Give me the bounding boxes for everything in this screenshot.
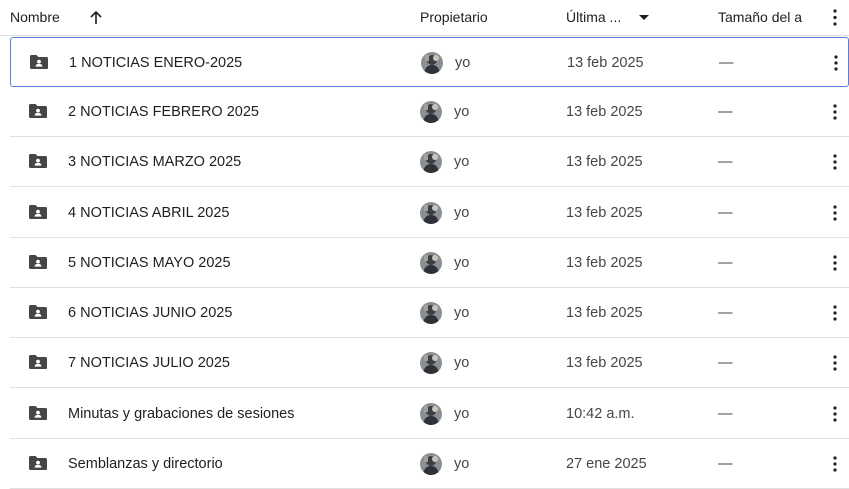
more-vertical-icon[interactable] [827, 54, 845, 72]
owner-name: yo [454, 355, 470, 371]
column-header-modified[interactable]: Última ... [566, 0, 621, 35]
caret-down-icon[interactable] [637, 0, 651, 35]
shared-folder-icon [28, 204, 48, 220]
more-vertical-icon[interactable] [826, 254, 844, 272]
column-header-name[interactable]: Nombre [10, 0, 60, 35]
owner-avatar [420, 453, 442, 475]
table-row[interactable]: 1 NOTICIAS ENERO-2025 yo 13 feb 2025 — [10, 37, 849, 87]
table-row[interactable]: 2 NOTICIAS FEBRERO 2025 yo 13 feb 2025 — [10, 87, 849, 137]
more-vertical-icon[interactable] [826, 304, 844, 322]
owner-name: yo [454, 104, 470, 120]
modified-date: 13 feb 2025 [566, 154, 643, 170]
owner-name: yo [454, 205, 470, 221]
more-vertical-icon[interactable] [826, 204, 844, 222]
file-name[interactable]: Semblanzas y directorio [68, 439, 223, 489]
modified-date: 13 feb 2025 [566, 255, 643, 271]
more-vertical-icon[interactable] [826, 103, 844, 121]
file-size: — [718, 255, 733, 271]
table-row[interactable]: 7 NOTICIAS JULIO 2025 yo 13 feb 2025 — [10, 338, 849, 388]
table-row[interactable]: 6 NOTICIAS JUNIO 2025 yo 13 feb 2025 — [10, 288, 849, 338]
file-name[interactable]: 4 NOTICIAS ABRIL 2025 [68, 188, 229, 238]
shared-folder-icon [28, 103, 48, 119]
table-row[interactable]: Minutas y grabaciones de sesiones yo 10:42… [10, 389, 849, 439]
file-size: — [718, 456, 733, 472]
owner-name: yo [455, 55, 471, 71]
owner-avatar [421, 52, 443, 74]
file-name[interactable]: 3 NOTICIAS MARZO 2025 [68, 137, 241, 187]
table-row[interactable]: Semblanzas y directorio yo 27 ene 2025 — [10, 439, 849, 489]
file-name[interactable]: 1 NOTICIAS ENERO-2025 [69, 38, 242, 88]
owner-avatar [420, 403, 442, 425]
shared-folder-icon [29, 54, 49, 70]
modified-date: 13 feb 2025 [567, 55, 644, 71]
modified-date: 10:42 a.m. [566, 406, 635, 422]
table-row[interactable]: 4 NOTICIAS ABRIL 2025 yo 13 feb 2025 — [10, 188, 849, 238]
shared-folder-icon [28, 304, 48, 320]
modified-date: 13 feb 2025 [566, 305, 643, 321]
column-header-size[interactable]: Tamaño del a [718, 0, 806, 35]
file-size: — [718, 205, 733, 221]
more-vertical-icon[interactable] [826, 0, 844, 35]
column-header-owner[interactable]: Propietario [420, 0, 488, 35]
shared-folder-icon [28, 153, 48, 169]
file-name[interactable]: 2 NOTICIAS FEBRERO 2025 [68, 87, 259, 137]
file-size: — [718, 355, 733, 371]
owner-name: yo [454, 456, 470, 472]
modified-date: 13 feb 2025 [566, 205, 643, 221]
owner-avatar [420, 151, 442, 173]
more-vertical-icon[interactable] [826, 153, 844, 171]
owner-avatar [420, 352, 442, 374]
shared-folder-icon [28, 455, 48, 471]
owner-avatar [420, 101, 442, 123]
shared-folder-icon [28, 354, 48, 370]
owner-avatar [420, 202, 442, 224]
file-name[interactable]: 6 NOTICIAS JUNIO 2025 [68, 288, 232, 338]
table-row[interactable]: 3 NOTICIAS MARZO 2025 yo 13 feb 2025 — [10, 137, 849, 187]
more-vertical-icon[interactable] [826, 354, 844, 372]
owner-name: yo [454, 154, 470, 170]
file-size: — [718, 104, 733, 120]
owner-avatar [420, 252, 442, 274]
file-name[interactable]: Minutas y grabaciones de sesiones [68, 389, 295, 439]
modified-date: 27 ene 2025 [566, 456, 647, 472]
modified-date: 13 feb 2025 [566, 355, 643, 371]
file-name[interactable]: 7 NOTICIAS JULIO 2025 [68, 338, 230, 388]
table-row[interactable]: 5 NOTICIAS MAYO 2025 yo 13 feb 2025 — [10, 238, 849, 288]
file-size: — [718, 305, 733, 321]
modified-date: 13 feb 2025 [566, 104, 643, 120]
arrow-up-icon[interactable] [88, 0, 104, 35]
owner-name: yo [454, 406, 470, 422]
file-list-header: Nombre Propietario Última ... Tamaño del… [0, 0, 849, 36]
file-size: — [718, 406, 733, 422]
owner-name: yo [454, 255, 470, 271]
shared-folder-icon [28, 405, 48, 421]
owner-name: yo [454, 305, 470, 321]
more-vertical-icon[interactable] [826, 405, 844, 423]
file-size: — [719, 55, 734, 71]
more-vertical-icon[interactable] [826, 455, 844, 473]
file-name[interactable]: 5 NOTICIAS MAYO 2025 [68, 238, 231, 288]
shared-folder-icon [28, 254, 48, 270]
file-size: — [718, 154, 733, 170]
owner-avatar [420, 302, 442, 324]
